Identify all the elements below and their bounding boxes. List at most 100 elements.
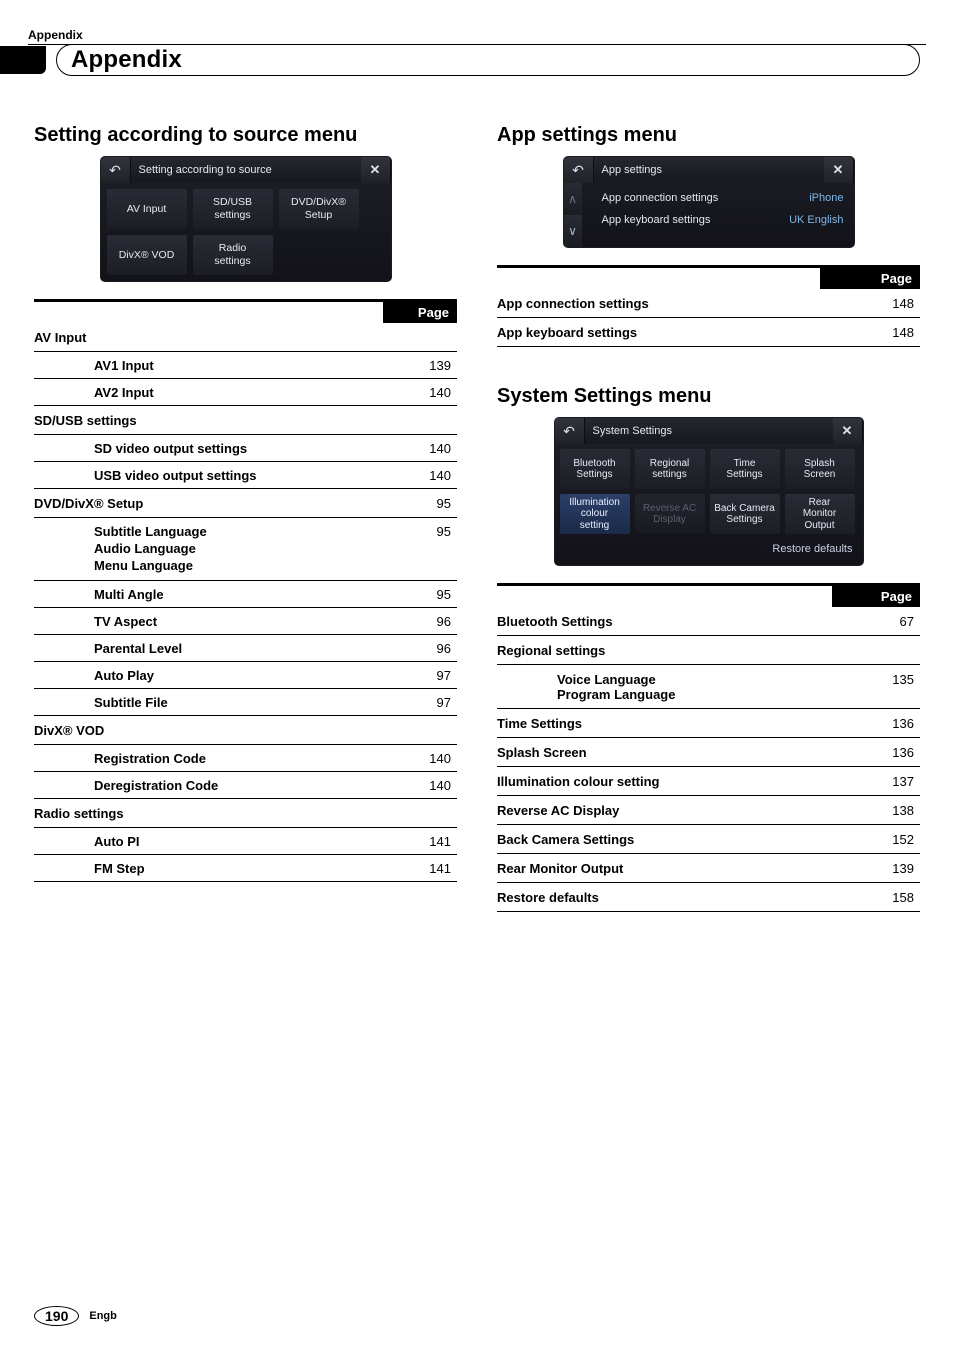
chapter-bar: Appendix — [34, 44, 920, 76]
back-icon[interactable]: ↶ — [555, 418, 585, 444]
menu-tile[interactable]: TimeSettings — [710, 449, 780, 489]
row-page: 148 — [820, 289, 920, 318]
list-item-label: App connection settings — [602, 192, 810, 204]
menu-tile[interactable]: SplashScreen — [785, 449, 855, 489]
row-page: 148 — [820, 318, 920, 347]
row-label: Parental Level — [34, 634, 383, 661]
row-label: Splash Screen — [497, 738, 832, 767]
table-row: Registration Code140 — [34, 744, 457, 771]
table-row: Regional settings — [497, 636, 920, 665]
row-label: Restore defaults — [497, 883, 832, 912]
row-page: 141 — [383, 854, 457, 881]
row-page: 97 — [383, 661, 457, 688]
table-row: FM Step141 — [34, 854, 457, 881]
row-label: Radio settings — [34, 798, 383, 827]
row-label: Reverse AC Display — [497, 796, 832, 825]
row-page — [383, 406, 457, 435]
table-row: TV Aspect96 — [34, 607, 457, 634]
row-label: App keyboard settings — [497, 318, 820, 347]
panel-header: ↶ System Settings ✕ — [555, 418, 863, 444]
table-row: Splash Screen136 — [497, 738, 920, 767]
running-header: Appendix — [28, 28, 920, 42]
page-header: Page — [820, 267, 920, 290]
menu-tile[interactable]: SD/USBsettings — [193, 189, 273, 229]
menu-tile[interactable]: Regionalsettings — [635, 449, 705, 489]
row-page: 140 — [383, 379, 457, 406]
row-page — [383, 798, 457, 827]
chapter-pill: Appendix — [56, 44, 920, 76]
row-page: 136 — [832, 738, 920, 767]
menu-tile[interactable]: Back CameraSettings — [710, 494, 780, 534]
close-icon[interactable]: ✕ — [824, 157, 854, 183]
menu-tile[interactable]: DivX® VOD — [107, 235, 187, 275]
row-page: 140 — [383, 744, 457, 771]
table-row: Back Camera Settings152 — [497, 825, 920, 854]
row-page: 97 — [383, 688, 457, 715]
list-item[interactable]: App keyboard settingsUK English — [582, 209, 854, 231]
table-row: Reverse AC Display138 — [497, 796, 920, 825]
table-row: Illumination colour setting137 — [497, 767, 920, 796]
row-label: AV1 Input — [34, 352, 383, 379]
screenshot-source-menu: ↶ Setting according to source ✕ AV Input… — [101, 157, 391, 281]
table-header-row: Page — [497, 267, 920, 290]
back-icon[interactable]: ↶ — [101, 157, 131, 183]
row-page: 138 — [832, 796, 920, 825]
row-label: App connection settings — [497, 289, 820, 318]
table-row: Deregistration Code140 — [34, 771, 457, 798]
row-page: 152 — [832, 825, 920, 854]
menu-tile[interactable]: Illuminationcoloursetting — [560, 494, 630, 534]
row-page: 137 — [832, 767, 920, 796]
row-label: Registration Code — [34, 744, 383, 771]
menu-tile[interactable]: Reverse ACDisplay — [635, 494, 705, 534]
row-label: Regional settings — [497, 636, 832, 665]
menu-tile[interactable]: DVD/DivX®Setup — [279, 189, 359, 229]
system-index-table: Page Bluetooth Settings67Regional settin… — [497, 583, 920, 912]
row-page: 67 — [832, 607, 920, 636]
document-page: Appendix Appendix Setting according to s… — [0, 0, 954, 1352]
table-row: Restore defaults158 — [497, 883, 920, 912]
restore-defaults-link[interactable]: Restore defaults — [555, 539, 863, 565]
row-page: 139 — [383, 352, 457, 379]
table-row: Voice LanguageProgram Language135 — [497, 665, 920, 709]
table-row: Rear Monitor Output139 — [497, 854, 920, 883]
row-page: 140 — [383, 435, 457, 462]
scroll-up-icon[interactable]: ∧ — [564, 183, 582, 215]
panel-title: System Settings — [585, 418, 833, 444]
close-icon[interactable]: ✕ — [833, 418, 863, 444]
table-row: Bluetooth Settings67 — [497, 607, 920, 636]
row-label: Subtitle LanguageAudio LanguageMenu Lang… — [34, 518, 383, 581]
menu-tile[interactable]: Radiosettings — [193, 235, 273, 275]
row-page: 140 — [383, 771, 457, 798]
row-label: Rear Monitor Output — [497, 854, 832, 883]
table-row: App connection settings148 — [497, 289, 920, 318]
source-index-table: Page AV InputAV1 Input139AV2 Input140SD/… — [34, 299, 457, 882]
menu-tile[interactable]: RearMonitorOutput — [785, 494, 855, 534]
row-page: 96 — [383, 607, 457, 634]
table-row: Subtitle LanguageAudio LanguageMenu Lang… — [34, 518, 457, 581]
scroll-bar[interactable]: ∧ ∨ — [564, 183, 582, 247]
page-number: 190 — [34, 1306, 79, 1326]
row-label: Auto Play — [34, 661, 383, 688]
app-index-table: Page App connection settings148App keybo… — [497, 265, 920, 347]
section-title-app: App settings menu — [497, 124, 920, 147]
list-item[interactable]: App connection settingsiPhone — [582, 187, 854, 209]
table-row: Multi Angle95 — [34, 580, 457, 607]
table-row: USB video output settings140 — [34, 462, 457, 489]
blank-header — [34, 301, 383, 324]
panel-title: Setting according to source — [131, 157, 361, 183]
row-label: Bluetooth Settings — [497, 607, 832, 636]
scroll-down-icon[interactable]: ∨ — [564, 215, 582, 247]
menu-tile[interactable]: AV Input — [107, 189, 187, 229]
row-page: 95 — [383, 489, 457, 518]
screenshot-app-menu: ↶ App settings ✕ ∧ ∨ App connection sett… — [564, 157, 854, 247]
right-column: App settings menu ↶ App settings ✕ ∧ ∨ A… — [497, 124, 920, 912]
close-icon[interactable]: ✕ — [361, 157, 391, 183]
panel-header: ↶ Setting according to source ✕ — [101, 157, 391, 183]
menu-tile[interactable]: BluetoothSettings — [560, 449, 630, 489]
blank-header — [497, 585, 832, 608]
table-row: DVD/DivX® Setup95 — [34, 489, 457, 518]
back-icon[interactable]: ↶ — [564, 157, 594, 183]
content-columns: Setting according to source menu ↶ Setti… — [34, 124, 920, 912]
section-title-source: Setting according to source menu — [34, 124, 457, 147]
chapter-title: Appendix — [71, 46, 182, 74]
